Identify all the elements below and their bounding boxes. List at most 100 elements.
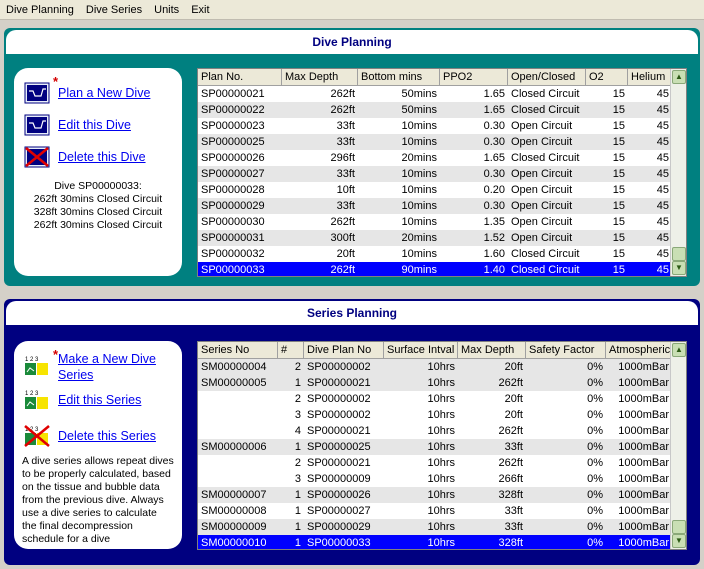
- scroll-down-arrow-icon[interactable]: ▼: [672, 534, 686, 548]
- make-new-series-button[interactable]: Make a New Dive Series: [58, 351, 156, 383]
- cell-open-closed: Closed Circuit: [511, 88, 580, 100]
- col-o2[interactable]: O2: [586, 69, 628, 86]
- table-row[interactable]: SP00000032 20ft 10mins 1.60 Closed Circuit 15…: [198, 246, 686, 262]
- dive-summary-line: Dive SP00000033:: [54, 180, 142, 192]
- col-helium[interactable]: Helium: [628, 69, 672, 86]
- edit-dive-action[interactable]: Edit this Dive: [24, 114, 131, 136]
- table-row[interactable]: SM00000009 1 SP00000029 10hrs 33ft 0% 1000mBar: [198, 519, 686, 535]
- col-atmospheric[interactable]: Atmospheric: [606, 342, 672, 359]
- table-row[interactable]: SM00000008 1 SP00000027 10hrs 33ft 0% 1000mBar: [198, 503, 686, 519]
- delete-dive-icon: [24, 146, 50, 168]
- cell-bottom-mins: 50mins: [401, 88, 437, 100]
- cell-ppo2: 1.40: [483, 264, 505, 276]
- menu-dive-planning[interactable]: Dive Planning: [0, 4, 80, 16]
- dive-grid-scrollbar[interactable]: ▲ ▼: [670, 69, 686, 276]
- cell-ppo2: 0.30: [483, 120, 505, 132]
- col-max-depth[interactable]: Max Depth: [458, 342, 526, 359]
- edit-series-action[interactable]: 1 2 3 Edit this Series: [24, 389, 141, 411]
- table-row[interactable]: SP00000021 262ft 50mins 1.65 Closed Circuit 1…: [198, 86, 686, 102]
- table-row[interactable]: SP00000027 33ft 10mins 0.30 Open Circuit 15 45: [198, 166, 686, 182]
- plan-new-dive-button[interactable]: Plan a New Dive: [58, 85, 150, 101]
- series-grid-header: Series No # Dive Plan No Surface Intval …: [198, 342, 686, 359]
- cell-plan-no: SP00000033: [201, 264, 265, 276]
- table-row[interactable]: 3 SP00000002 10hrs 20ft 0% 1000mBar: [198, 407, 686, 423]
- edit-series-button[interactable]: Edit this Series: [58, 392, 141, 408]
- delete-dive-button[interactable]: Delete this Dive: [58, 149, 146, 165]
- delete-series-button[interactable]: Delete this Series: [58, 428, 156, 444]
- cell-helium: 45: [656, 248, 669, 260]
- cell-series-no: SM00000006: [201, 441, 267, 453]
- scroll-thumb[interactable]: [672, 520, 686, 534]
- scroll-down-arrow-icon[interactable]: ▼: [672, 261, 686, 275]
- table-row[interactable]: SP00000033 262ft 90mins 1.40 Closed Circuit 1…: [198, 262, 686, 276]
- cell-safety-factor: 0%: [587, 377, 603, 389]
- col-safety-factor[interactable]: Safety Factor: [526, 342, 606, 359]
- table-row[interactable]: SP00000031 300ft 20mins 1.52 Open Circuit 15 4…: [198, 230, 686, 246]
- table-row[interactable]: SP00000028 10ft 10mins 0.20 Open Circuit 15 45: [198, 182, 686, 198]
- cell-dive-plan-no: SP00000021: [307, 457, 371, 469]
- col-plan-no[interactable]: Plan No.: [198, 69, 282, 86]
- series-grid[interactable]: Series No # Dive Plan No Surface Intval …: [197, 341, 687, 550]
- col-surface-intval[interactable]: Surface Intval: [384, 342, 458, 359]
- dive-plan-grid[interactable]: Plan No. Max Depth Bottom mins PPO2 Open…: [197, 68, 687, 277]
- col-dive-plan-no[interactable]: Dive Plan No: [304, 342, 384, 359]
- delete-series-icon: 1 2 3: [24, 425, 50, 447]
- scroll-up-arrow-icon[interactable]: ▲: [672, 343, 686, 357]
- cell-atmospheric: 1000mBar: [618, 393, 669, 405]
- table-row[interactable]: SP00000022 262ft 50mins 1.65 Closed Circuit 1…: [198, 102, 686, 118]
- table-row[interactable]: SP00000029 33ft 10mins 0.30 Open Circuit 15 45: [198, 198, 686, 214]
- table-row[interactable]: SP00000023 33ft 10mins 0.30 Open Circuit 15 45: [198, 118, 686, 134]
- col-seq[interactable]: #: [278, 342, 304, 359]
- cell-dive-plan-no: SP00000029: [307, 521, 371, 533]
- table-row[interactable]: SM00000007 1 SP00000026 10hrs 328ft 0% 1000mBa…: [198, 487, 686, 503]
- plan-new-dive-action[interactable]: * Plan a New Dive: [24, 74, 150, 104]
- scroll-up-arrow-icon[interactable]: ▲: [672, 70, 686, 84]
- cell-plan-no: SP00000031: [201, 232, 265, 244]
- scroll-thumb[interactable]: [672, 247, 686, 261]
- cell-open-closed: Open Circuit: [511, 168, 573, 180]
- cell-seq: 1: [294, 505, 301, 517]
- series-info-line: use a dive series to calculate: [22, 507, 157, 519]
- edit-dive-button[interactable]: Edit this Dive: [58, 117, 131, 133]
- col-series-no[interactable]: Series No: [198, 342, 278, 359]
- cell-o2: 15: [612, 200, 625, 212]
- table-row[interactable]: SM00000006 1 SP00000025 10hrs 33ft 0% 1000mBar: [198, 439, 686, 455]
- col-bottom-mins[interactable]: Bottom mins: [358, 69, 440, 86]
- menu-units[interactable]: Units: [148, 4, 185, 16]
- cell-surface-intval: 10hrs: [427, 521, 455, 533]
- cell-safety-factor: 0%: [587, 489, 603, 501]
- delete-series-action[interactable]: 1 2 3 Delete this Series: [24, 425, 156, 447]
- cell-o2: 15: [612, 168, 625, 180]
- cell-atmospheric: 1000mBar: [618, 377, 669, 389]
- table-row[interactable]: 2 SP00000002 10hrs 20ft 0% 1000mBar: [198, 391, 686, 407]
- make-new-series-action[interactable]: 1 2 3 * Make a New Dive Series: [24, 347, 156, 383]
- table-row[interactable]: SP00000030 262ft 10mins 1.35 Open Circuit 15 4…: [198, 214, 686, 230]
- delete-dive-action[interactable]: Delete this Dive: [24, 146, 146, 168]
- cell-series-no: [198, 407, 278, 423]
- dive-planning-title: Dive Planning: [6, 30, 698, 54]
- table-row[interactable]: 4 SP00000021 10hrs 262ft 0% 1000mBar: [198, 423, 686, 439]
- series-info-line: the final decompression: [22, 520, 133, 532]
- table-row[interactable]: SP00000025 33ft 10mins 0.30 Open Circuit 15 45: [198, 134, 686, 150]
- menu-dive-series[interactable]: Dive Series: [80, 4, 148, 16]
- cell-series-no: SM00000008: [201, 505, 267, 517]
- col-ppo2[interactable]: PPO2: [440, 69, 508, 86]
- col-max-depth[interactable]: Max Depth: [282, 69, 358, 86]
- menu-exit[interactable]: Exit: [185, 4, 215, 16]
- table-row[interactable]: SP00000026 296ft 20mins 1.65 Closed Circuit 1…: [198, 150, 686, 166]
- table-row[interactable]: SM00000010 1 SP00000033 10hrs 328ft 0% 1000mBa…: [198, 535, 686, 549]
- series-info-text: A dive series allows repeat dives to be …: [22, 455, 180, 546]
- col-open-closed[interactable]: Open/Closed: [508, 69, 586, 86]
- table-row[interactable]: 2 SP00000021 10hrs 262ft 0% 1000mBar: [198, 455, 686, 471]
- table-row[interactable]: SM00000004 2 SP00000002 10hrs 20ft 0% 1000mBar: [198, 359, 686, 375]
- table-row[interactable]: SM00000005 1 SP00000021 10hrs 262ft 0% 1000mBa…: [198, 375, 686, 391]
- cell-series-no: [198, 455, 278, 471]
- table-row[interactable]: 3 SP00000009 10hrs 266ft 0% 1000mBar: [198, 471, 686, 487]
- cell-seq: 3: [294, 473, 301, 485]
- cell-max-depth: 262ft: [498, 457, 523, 469]
- cell-ppo2: 1.65: [483, 88, 505, 100]
- series-grid-scrollbar[interactable]: ▲ ▼: [670, 342, 686, 549]
- dive-summary-line: 328ft 30mins Closed Circuit: [33, 206, 163, 218]
- cell-plan-no: SP00000023: [201, 120, 265, 132]
- cell-series-no: SM00000007: [201, 489, 267, 501]
